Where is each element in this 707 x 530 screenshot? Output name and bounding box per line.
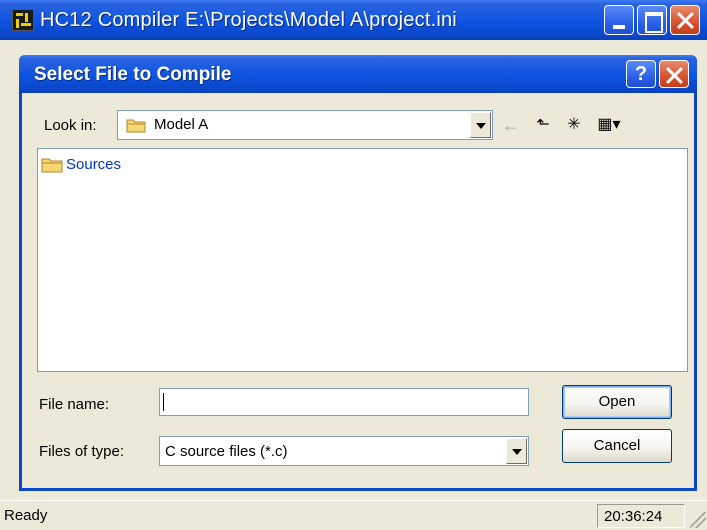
file-name-label: File name: bbox=[39, 396, 110, 413]
size-grip[interactable] bbox=[690, 512, 706, 528]
file-name-input[interactable] bbox=[159, 388, 529, 416]
close-button[interactable] bbox=[670, 5, 700, 35]
folder-icon bbox=[41, 158, 63, 173]
chevron-down-icon[interactable] bbox=[470, 112, 491, 138]
look-in-value: Model A bbox=[154, 116, 209, 133]
dialog-title: Select File to Compile bbox=[34, 64, 232, 85]
minimize-button[interactable] bbox=[604, 5, 634, 35]
files-of-type-dropdown[interactable]: C source files (*.c) bbox=[159, 436, 529, 466]
look-in-dropdown[interactable]: Model A bbox=[117, 110, 493, 140]
help-icon: ? bbox=[634, 63, 648, 85]
main-window-title: HC12 Compiler E:\Projects\Model A\projec… bbox=[40, 9, 457, 31]
files-of-type-label: Files of type: bbox=[39, 443, 125, 460]
status-time: 20:36:24 bbox=[597, 504, 685, 528]
dialog-titlebar[interactable]: Select File to Compile ? bbox=[19, 55, 697, 93]
main-titlebar[interactable]: HC12 Compiler E:\Projects\Model A\projec… bbox=[0, 0, 707, 40]
select-file-dialog: Select File to Compile ? Look in: Model … bbox=[19, 55, 697, 491]
maximize-button[interactable] bbox=[637, 5, 667, 35]
folder-icon bbox=[126, 119, 146, 133]
open-button[interactable]: Open bbox=[562, 385, 672, 419]
file-list[interactable]: Sources bbox=[37, 148, 688, 372]
up-one-level-icon[interactable]: ⬑ bbox=[533, 115, 553, 135]
files-of-type-value: C source files (*.c) bbox=[165, 443, 288, 460]
list-item-label: Sources bbox=[66, 156, 122, 173]
status-bar: Ready 20:36:24 bbox=[0, 500, 707, 530]
back-arrow-icon[interactable]: ← bbox=[501, 115, 521, 135]
dialog-close-button[interactable] bbox=[659, 60, 689, 88]
look-in-label: Look in: bbox=[44, 117, 97, 134]
status-text: Ready bbox=[4, 507, 48, 524]
cancel-button[interactable]: Cancel bbox=[562, 429, 672, 463]
new-folder-icon[interactable]: ✳ bbox=[562, 115, 586, 135]
view-menu-icon[interactable]: ▦▾ bbox=[593, 115, 625, 135]
text-caret bbox=[163, 393, 164, 411]
help-button[interactable]: ? bbox=[626, 60, 656, 88]
chevron-down-icon[interactable] bbox=[506, 438, 527, 464]
close-icon bbox=[660, 61, 688, 87]
app-icon bbox=[12, 9, 34, 31]
close-icon bbox=[671, 6, 699, 34]
